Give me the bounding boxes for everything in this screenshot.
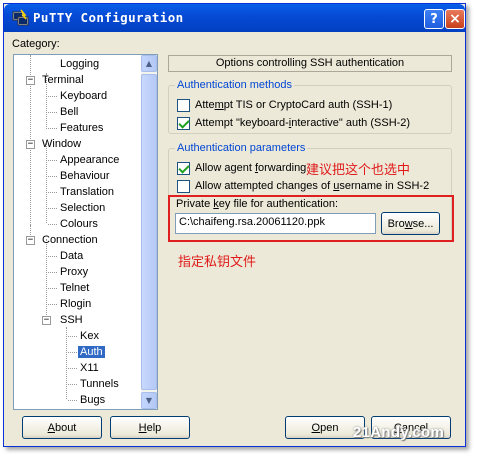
tis-auth-label: Attempt TIS or CryptoCard auth (SSH-1): [195, 99, 392, 111]
tree-connector: [48, 96, 57, 97]
tree-item-bell[interactable]: Bell: [60, 104, 78, 120]
agent-forwarding-label: Allow agent forwarding: [195, 162, 306, 174]
tree-item-auth[interactable]: Auth: [78, 344, 105, 360]
category-label: Category:: [12, 38, 60, 50]
title-bar[interactable]: PuTTY Configuration ? ×: [4, 4, 465, 32]
label-text: nteractive" auth (SSH-2): [291, 117, 411, 129]
collapse-icon[interactable]: −: [26, 236, 35, 245]
auth-params-legend: Authentication parameters: [175, 142, 308, 154]
tree-item-bugs[interactable]: Bugs: [80, 392, 105, 408]
tree-item-window[interactable]: Window: [42, 136, 81, 152]
tree-connector: [48, 288, 57, 289]
tree-item-tunnels[interactable]: Tunnels: [80, 376, 119, 392]
scroll-thumb[interactable]: [141, 74, 157, 390]
label-text: Allow attempted changes of: [195, 180, 334, 192]
label-text: orwarding: [258, 162, 307, 174]
label-text: sername in SSH-2: [339, 180, 430, 192]
label-text: pt TIS or CryptoCard auth (SSH-1): [223, 99, 393, 111]
tree-item-telnet[interactable]: Telnet: [60, 280, 89, 296]
tree-item-translation[interactable]: Translation: [60, 184, 114, 200]
tree-connector: [48, 272, 57, 273]
tree-connector: [68, 352, 77, 353]
tree-connector: [48, 176, 57, 177]
tree-item-colours[interactable]: Colours: [60, 216, 98, 232]
label-text: pen: [320, 421, 339, 434]
tree-connector: [46, 143, 47, 223]
tree-connector: [68, 384, 77, 385]
scroll-down-icon[interactable]: ▼: [141, 392, 157, 409]
agent-forwarding-option[interactable]: Allow agent forwarding: [177, 161, 306, 175]
tree-item-kex[interactable]: Kex: [80, 328, 99, 344]
tree-item-x11[interactable]: X11: [80, 360, 99, 376]
watermark-text: 21Andy.com: [353, 424, 445, 441]
tree-item-appearance[interactable]: Appearance: [60, 152, 119, 168]
label-hotkey: m: [214, 99, 224, 111]
kbdint-auth-label: Attempt "keyboard-interactive" auth (SSH…: [195, 117, 410, 129]
scroll-up-icon[interactable]: ▲: [141, 55, 157, 72]
annotation-specify-key: 指定私钥文件: [178, 255, 257, 270]
panel-title: Options controlling SSH authentication: [168, 55, 452, 72]
tree-connector: [48, 256, 57, 257]
tree-item-proxy[interactable]: Proxy: [60, 264, 88, 280]
collapse-icon[interactable]: −: [26, 76, 35, 85]
tree-connector: [48, 224, 57, 225]
label-hotkey: O: [311, 421, 321, 434]
tree-item-ssh[interactable]: SSH: [60, 312, 83, 328]
window-title: PuTTY Configuration: [33, 10, 184, 25]
tree-connector: [48, 128, 57, 129]
title-help-button[interactable]: ?: [424, 9, 444, 29]
tree-item-rlogin[interactable]: Rlogin: [60, 296, 91, 312]
tree-connector: [68, 400, 77, 401]
tree-connector: [66, 327, 67, 399]
label-text: Allow agent: [195, 162, 255, 174]
tree-item-connection[interactable]: Connection: [42, 232, 98, 248]
tree-item-terminal[interactable]: Terminal: [42, 72, 84, 88]
tree-item-logging[interactable]: Logging: [60, 56, 99, 72]
keyfile-highlight-box: [168, 195, 454, 242]
tree-item-auth-label: Auth: [78, 346, 105, 358]
label-text: elp: [146, 421, 162, 434]
tree-connector: [48, 208, 57, 209]
collapse-icon[interactable]: −: [42, 316, 51, 325]
label-text: bout: [54, 421, 77, 434]
tree-connector: [46, 239, 47, 319]
annotation-suggest-check: 建议把这个也选中: [306, 163, 411, 178]
kbdint-auth-option[interactable]: Attempt "keyboard-interactive" auth (SSH…: [177, 116, 410, 130]
tree-scrollbar[interactable]: ▲ ▼: [141, 55, 157, 409]
tree-item-behaviour[interactable]: Behaviour: [60, 168, 110, 184]
tree-item-features[interactable]: Features: [60, 120, 103, 136]
about-button[interactable]: About: [22, 416, 102, 439]
label-text: Atte: [195, 99, 215, 111]
label-hotkey: H: [138, 421, 147, 434]
tree-item-selection[interactable]: Selection: [60, 200, 105, 216]
auth-methods-group: Authentication methods Attempt TIS or Cr…: [168, 79, 452, 134]
agent-forwarding-checkbox[interactable]: [177, 161, 190, 175]
tree-item-data[interactable]: Data: [60, 248, 83, 264]
collapse-icon[interactable]: −: [26, 140, 35, 149]
tree-connector: [48, 112, 57, 113]
kbdint-auth-checkbox[interactable]: [177, 116, 190, 130]
change-username-option[interactable]: Allow attempted changes of username in S…: [177, 179, 429, 193]
tree-connector: [48, 160, 57, 161]
label-hotkey: A: [47, 421, 55, 434]
tree-connector: [48, 192, 57, 193]
tis-auth-checkbox[interactable]: [177, 98, 190, 112]
title-close-button[interactable]: ×: [445, 9, 465, 29]
tree-connector: [68, 336, 77, 337]
help-button[interactable]: Help: [110, 416, 190, 439]
auth-methods-legend: Authentication methods: [175, 79, 294, 91]
change-username-checkbox[interactable]: [177, 179, 190, 193]
tree-connector: [48, 304, 57, 305]
putty-app-icon: [12, 9, 29, 26]
tree-connector: [68, 368, 77, 369]
tis-auth-option[interactable]: Attempt TIS or CryptoCard auth (SSH-1): [177, 98, 392, 112]
change-username-label: Allow attempted changes of username in S…: [195, 180, 429, 192]
label-text: Attempt "keyboard-: [195, 117, 289, 129]
tree-item-keyboard[interactable]: Keyboard: [60, 88, 107, 104]
category-tree[interactable]: Logging − Terminal Keyboard Bell Feature…: [13, 54, 158, 410]
